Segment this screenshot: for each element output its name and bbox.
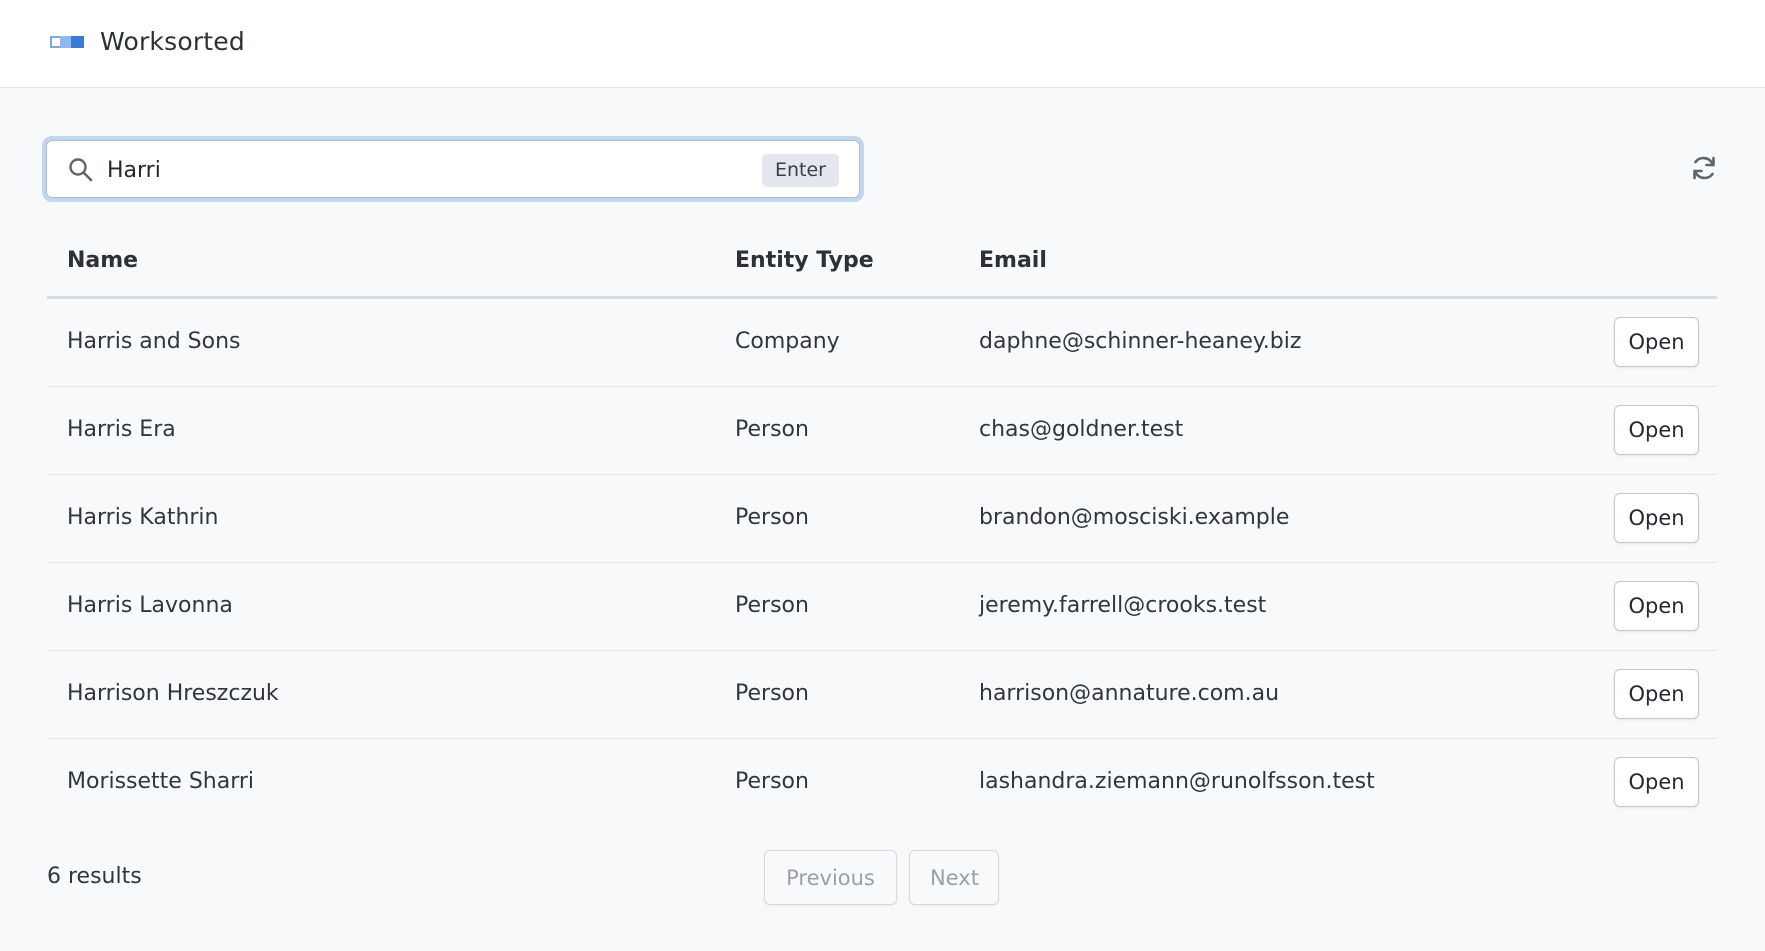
row-entity-type: Person bbox=[735, 505, 809, 530]
row-entity-type: Person bbox=[735, 417, 809, 442]
table-row: Harris Kathrin Person brandon@mosciski.e… bbox=[47, 475, 1717, 563]
refresh-icon[interactable] bbox=[1690, 154, 1718, 182]
next-page-button[interactable]: Next bbox=[909, 850, 999, 905]
search-icon bbox=[69, 158, 93, 182]
row-email: chas@goldner.test bbox=[979, 417, 1184, 442]
open-button[interactable]: Open bbox=[1614, 581, 1699, 631]
results-count: 6 results bbox=[47, 864, 142, 889]
table-row: Harris Lavonna Person jeremy.farrell@cro… bbox=[47, 563, 1717, 651]
table-row: Harris and Sons Company daphne@schinner-… bbox=[47, 299, 1717, 387]
table-row: Harris Era Person chas@goldner.test Open bbox=[47, 387, 1717, 475]
search-input[interactable] bbox=[107, 150, 707, 190]
row-entity-type: Person bbox=[735, 769, 809, 794]
previous-page-button[interactable]: Previous bbox=[764, 850, 897, 905]
search-box[interactable]: Enter bbox=[46, 140, 860, 198]
table-row: Morissette Sharri Person lashandra.ziema… bbox=[47, 739, 1717, 827]
row-email: harrison@annature.com.au bbox=[979, 681, 1280, 706]
column-header-name: Name bbox=[67, 248, 139, 273]
column-header-email: Email bbox=[979, 248, 1047, 273]
column-header-entity-type: Entity Type bbox=[735, 248, 874, 273]
results-table: Name Entity Type Email Harris and Sons C… bbox=[47, 230, 1717, 827]
app-title[interactable]: Worksorted bbox=[100, 27, 245, 57]
open-button[interactable]: Open bbox=[1614, 317, 1699, 367]
row-entity-type: Person bbox=[735, 681, 809, 706]
enter-key-badge[interactable]: Enter bbox=[762, 154, 839, 187]
row-email: daphne@schinner-heaney.biz bbox=[979, 329, 1302, 354]
row-name: Harris Kathrin bbox=[67, 505, 219, 530]
open-button[interactable]: Open bbox=[1614, 669, 1699, 719]
row-name: Harrison Hreszczuk bbox=[67, 681, 279, 706]
open-button[interactable]: Open bbox=[1614, 757, 1699, 807]
open-button[interactable]: Open bbox=[1614, 405, 1699, 455]
top-bar: Worksorted bbox=[0, 0, 1765, 88]
worksorted-logo-icon[interactable] bbox=[50, 36, 84, 48]
row-email: lashandra.ziemann@runolfsson.test bbox=[979, 769, 1375, 794]
open-button[interactable]: Open bbox=[1614, 493, 1699, 543]
row-name: Morissette Sharri bbox=[67, 769, 255, 794]
row-name: Harris Era bbox=[67, 417, 176, 442]
row-entity-type: Person bbox=[735, 593, 809, 618]
row-email: brandon@mosciski.example bbox=[979, 505, 1290, 530]
row-email: jeremy.farrell@crooks.test bbox=[979, 593, 1267, 618]
row-name: Harris and Sons bbox=[67, 329, 241, 354]
table-header: Name Entity Type Email bbox=[47, 230, 1717, 299]
table-row: Harrison Hreszczuk Person harrison@annat… bbox=[47, 651, 1717, 739]
row-entity-type: Company bbox=[735, 329, 840, 354]
row-name: Harris Lavonna bbox=[67, 593, 233, 618]
search-bar: Enter bbox=[42, 136, 864, 202]
